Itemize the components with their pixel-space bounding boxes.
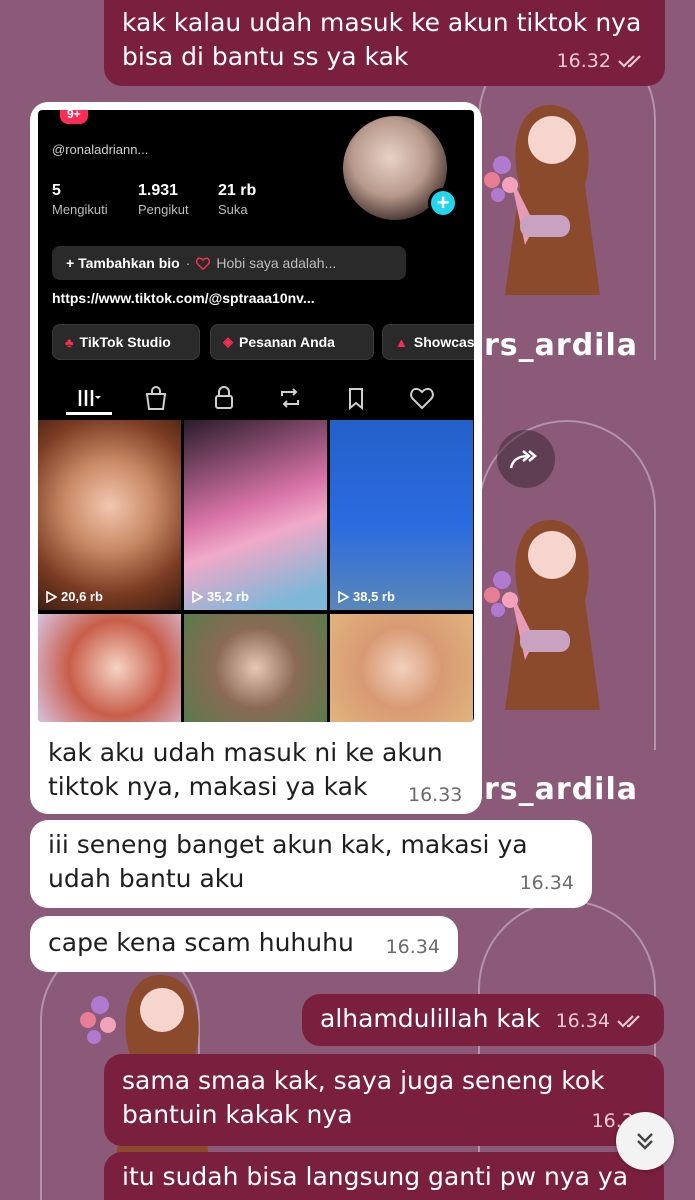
message-bubble-outgoing[interactable]: alhamdulillah kak 16.34 bbox=[302, 994, 664, 1046]
repost-icon bbox=[281, 388, 299, 408]
wallpaper-watermark: rs_ardila bbox=[484, 772, 638, 807]
profile-link: https://www.tiktok.com/@sptraaa10nv... bbox=[52, 290, 315, 306]
wallpaper-watermark: rs_ardila bbox=[484, 328, 638, 363]
add-avatar-icon: + bbox=[428, 188, 458, 218]
lock-icon bbox=[215, 386, 233, 409]
active-tab-indicator bbox=[66, 412, 112, 415]
stat-label: Suka bbox=[218, 202, 248, 217]
message-time: 16.34 bbox=[520, 866, 574, 900]
message-timestamp: 16.33 bbox=[408, 784, 463, 806]
tiktok-username: @ronaladriann... bbox=[52, 142, 149, 157]
message-text: iii seneng banget akun kak, makasi ya bbox=[48, 830, 528, 859]
message-text: udah bantu aku bbox=[48, 864, 245, 893]
message-text: sama smaa kak, saya juga seneng kok bbox=[122, 1066, 605, 1095]
wallpaper-hijab-figure bbox=[484, 105, 600, 295]
stat-number: 5 bbox=[52, 182, 61, 199]
message-text: kak kalau udah masuk ke akun tiktok nya bbox=[122, 8, 642, 37]
caption-line: tiktok nya, makasi ya kak bbox=[48, 772, 368, 801]
play-icon bbox=[192, 590, 203, 603]
view-count-text: 20,6 rb bbox=[61, 589, 103, 604]
view-count: 20,6 rb bbox=[46, 589, 103, 604]
video-thumbnail bbox=[184, 614, 327, 722]
bio-separator: · bbox=[185, 255, 191, 271]
video-thumbnail: 20,6 rb bbox=[38, 420, 181, 610]
notification-badge: 9+ bbox=[60, 110, 88, 124]
video-thumbnail bbox=[330, 614, 473, 722]
view-count-text: 38,5 rb bbox=[353, 589, 395, 604]
message-time: 16.32 bbox=[557, 44, 647, 78]
showcase-icon: ▲ bbox=[395, 334, 408, 350]
message-time: 16.34 bbox=[386, 930, 440, 964]
button-label: TikTok Studio bbox=[79, 334, 171, 350]
message-bubble-outgoing[interactable]: sama smaa kak, saya juga seneng kok bant… bbox=[104, 1054, 664, 1146]
shop-bag-icon bbox=[145, 386, 167, 410]
view-count-text: 35,2 rb bbox=[207, 589, 249, 604]
stat-followers: 1.931 Pengikut bbox=[138, 182, 189, 217]
message-bubble-outgoing[interactable]: itu sudah bisa langsung ganti pw nya ya bbox=[104, 1152, 664, 1200]
image-caption: kak aku udah masuk ni ke akun tiktok nya… bbox=[48, 736, 443, 804]
message-timestamp: 16.34 bbox=[519, 872, 574, 894]
stat-number: 21 rb bbox=[218, 182, 257, 199]
message-timestamp: 16.34 bbox=[555, 1010, 610, 1032]
message-text: cape kena scam huhuhu bbox=[48, 928, 354, 957]
stat-following: 5 Mengikuti bbox=[52, 182, 108, 217]
double-check-icon bbox=[618, 55, 641, 68]
message-time: 16.34 bbox=[556, 1004, 646, 1038]
stat-label: Mengikuti bbox=[52, 202, 108, 217]
video-thumbnail bbox=[38, 614, 181, 722]
video-thumbnail: 35,2 rb bbox=[184, 420, 327, 610]
view-count: 38,5 rb bbox=[338, 589, 395, 604]
video-grid: 20,6 rb 35,2 rb 38,5 rb bbox=[38, 420, 474, 722]
bookmark-icon bbox=[349, 388, 363, 411]
double-check-icon bbox=[617, 1015, 640, 1028]
forward-button[interactable] bbox=[497, 430, 555, 488]
double-chevron-down-icon bbox=[637, 1133, 653, 1150]
stat-likes: 21 rb Suka bbox=[218, 182, 256, 217]
message-timestamp: 16.32 bbox=[556, 50, 611, 72]
message-bubble-outgoing[interactable]: kak kalau udah masuk ke akun tiktok nya … bbox=[104, 0, 665, 86]
message-text: itu sudah bisa langsung ganti pw nya ya bbox=[122, 1162, 629, 1191]
view-count: 35,2 rb bbox=[192, 589, 249, 604]
videos-grid-icon bbox=[78, 390, 101, 406]
orders-button: ◈ Pesanan Anda bbox=[210, 324, 374, 360]
wallpaper-hijab-figure bbox=[484, 520, 600, 710]
tiktok-profile-screenshot[interactable]: 9+ @ronaladriann... + 5 Mengikuti 1.931 … bbox=[38, 110, 474, 722]
scroll-to-bottom-button[interactable] bbox=[616, 1112, 674, 1170]
video-thumbnail: 38,5 rb bbox=[330, 420, 473, 610]
heart-icon bbox=[196, 257, 211, 270]
bio-bar: + Tambahkan bio · Hobi saya adalah... bbox=[52, 246, 406, 280]
heart-icon bbox=[410, 387, 434, 410]
play-icon bbox=[46, 590, 57, 603]
message-timestamp: 16.34 bbox=[385, 936, 440, 958]
stat-label: Pengikut bbox=[138, 202, 189, 217]
message-text: bantuin kakak nya bbox=[122, 1100, 353, 1129]
message-bubble-incoming[interactable]: iii seneng banget akun kak, makasi ya ud… bbox=[30, 820, 592, 908]
showcase-button: ▲ Showcase bbox=[382, 324, 474, 360]
forward-icon bbox=[509, 450, 537, 469]
studio-icon: ♣ bbox=[65, 334, 74, 350]
bio-hobby: Hobi saya adalah... bbox=[216, 255, 337, 271]
stat-number: 1.931 bbox=[138, 182, 179, 199]
play-icon bbox=[338, 590, 349, 603]
tiktok-studio-button: ♣ TikTok Studio bbox=[52, 324, 200, 360]
add-bio-label: + Tambahkan bio bbox=[66, 255, 180, 271]
button-label: Showcase bbox=[413, 334, 474, 350]
caption-line: kak aku udah masuk ni ke akun bbox=[48, 738, 443, 767]
button-label: Pesanan Anda bbox=[239, 334, 335, 350]
message-bubble-incoming[interactable]: cape kena scam huhuhu 16.34 bbox=[30, 916, 458, 972]
shopping-bag-icon: ◈ bbox=[223, 334, 233, 349]
